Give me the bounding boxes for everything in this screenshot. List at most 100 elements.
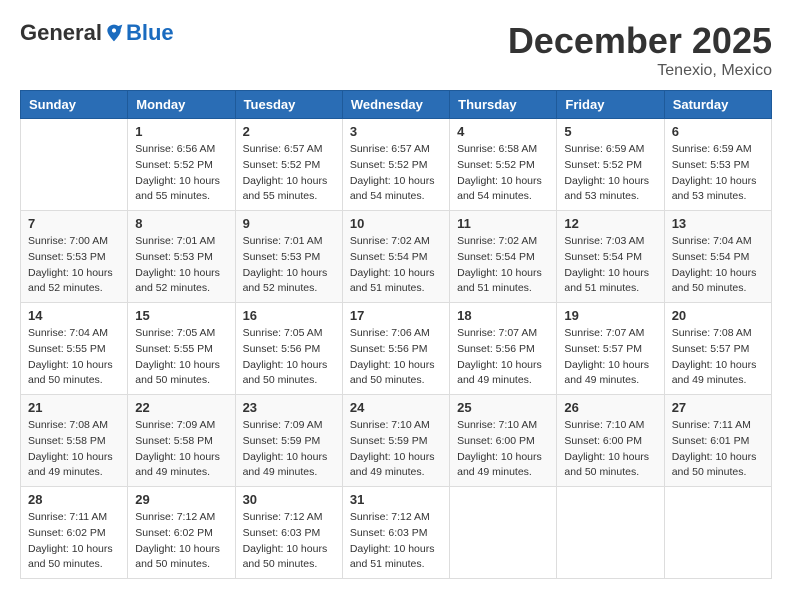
sunset-text: Sunset: 5:56 PM <box>350 343 428 355</box>
sunset-text: Sunset: 6:01 PM <box>672 435 750 447</box>
sunset-text: Sunset: 5:53 PM <box>28 251 106 263</box>
day-number: 4 <box>457 124 549 139</box>
sunset-text: Sunset: 5:52 PM <box>350 159 428 171</box>
daylight-text: Daylight: 10 hours and 54 minutes. <box>350 175 435 203</box>
daylight-text: Daylight: 10 hours and 49 minutes. <box>28 451 113 479</box>
day-number: 25 <box>457 400 549 415</box>
day-number: 1 <box>135 124 227 139</box>
day-number: 17 <box>350 308 442 323</box>
table-row: 22 Sunrise: 7:09 AM Sunset: 5:58 PM Dayl… <box>128 395 235 487</box>
day-number: 2 <box>243 124 335 139</box>
day-number: 13 <box>672 216 764 231</box>
day-number: 21 <box>28 400 120 415</box>
daylight-text: Daylight: 10 hours and 49 minutes. <box>350 451 435 479</box>
table-row: 3 Sunrise: 6:57 AM Sunset: 5:52 PM Dayli… <box>342 119 449 211</box>
daylight-text: Daylight: 10 hours and 49 minutes. <box>457 451 542 479</box>
table-row <box>557 487 664 579</box>
sunset-text: Sunset: 5:54 PM <box>564 251 642 263</box>
daylight-text: Daylight: 10 hours and 49 minutes. <box>672 359 757 387</box>
day-number: 29 <box>135 492 227 507</box>
sunset-text: Sunset: 5:56 PM <box>457 343 535 355</box>
table-row: 27 Sunrise: 7:11 AM Sunset: 6:01 PM Dayl… <box>664 395 771 487</box>
day-info: Sunrise: 7:07 AM Sunset: 5:57 PM Dayligh… <box>564 326 656 389</box>
table-row: 19 Sunrise: 7:07 AM Sunset: 5:57 PM Dayl… <box>557 303 664 395</box>
daylight-text: Daylight: 10 hours and 51 minutes. <box>350 267 435 295</box>
sunset-text: Sunset: 5:53 PM <box>243 251 321 263</box>
table-row: 18 Sunrise: 7:07 AM Sunset: 5:56 PM Dayl… <box>450 303 557 395</box>
day-number: 5 <box>564 124 656 139</box>
day-number: 18 <box>457 308 549 323</box>
table-row: 8 Sunrise: 7:01 AM Sunset: 5:53 PM Dayli… <box>128 211 235 303</box>
day-info: Sunrise: 6:59 AM Sunset: 5:52 PM Dayligh… <box>564 142 656 205</box>
day-info: Sunrise: 7:11 AM Sunset: 6:01 PM Dayligh… <box>672 418 764 481</box>
sunrise-text: Sunrise: 7:08 AM <box>672 327 752 339</box>
daylight-text: Daylight: 10 hours and 50 minutes. <box>243 359 328 387</box>
table-row <box>21 119 128 211</box>
table-row: 6 Sunrise: 6:59 AM Sunset: 5:53 PM Dayli… <box>664 119 771 211</box>
day-info: Sunrise: 7:04 AM Sunset: 5:55 PM Dayligh… <box>28 326 120 389</box>
daylight-text: Daylight: 10 hours and 55 minutes. <box>135 175 220 203</box>
day-number: 28 <box>28 492 120 507</box>
sunrise-text: Sunrise: 7:09 AM <box>243 419 323 431</box>
sunrise-text: Sunrise: 6:59 AM <box>672 143 752 155</box>
sunset-text: Sunset: 5:52 PM <box>243 159 321 171</box>
table-row: 14 Sunrise: 7:04 AM Sunset: 5:55 PM Dayl… <box>21 303 128 395</box>
sunrise-text: Sunrise: 6:57 AM <box>243 143 323 155</box>
sunset-text: Sunset: 5:56 PM <box>243 343 321 355</box>
day-info: Sunrise: 7:05 AM Sunset: 5:56 PM Dayligh… <box>243 326 335 389</box>
table-row: 13 Sunrise: 7:04 AM Sunset: 5:54 PM Dayl… <box>664 211 771 303</box>
table-row: 23 Sunrise: 7:09 AM Sunset: 5:59 PM Dayl… <box>235 395 342 487</box>
sunrise-text: Sunrise: 7:05 AM <box>135 327 215 339</box>
daylight-text: Daylight: 10 hours and 49 minutes. <box>564 359 649 387</box>
calendar-week-row: 28 Sunrise: 7:11 AM Sunset: 6:02 PM Dayl… <box>21 487 772 579</box>
table-row: 20 Sunrise: 7:08 AM Sunset: 5:57 PM Dayl… <box>664 303 771 395</box>
logo-icon <box>104 23 124 43</box>
sunset-text: Sunset: 6:00 PM <box>457 435 535 447</box>
table-row: 1 Sunrise: 6:56 AM Sunset: 5:52 PM Dayli… <box>128 119 235 211</box>
daylight-text: Daylight: 10 hours and 51 minutes. <box>457 267 542 295</box>
day-number: 20 <box>672 308 764 323</box>
weekday-header-row: Sunday Monday Tuesday Wednesday Thursday… <box>21 91 772 119</box>
day-info: Sunrise: 7:09 AM Sunset: 5:58 PM Dayligh… <box>135 418 227 481</box>
table-row: 15 Sunrise: 7:05 AM Sunset: 5:55 PM Dayl… <box>128 303 235 395</box>
sunrise-text: Sunrise: 7:04 AM <box>28 327 108 339</box>
table-row: 31 Sunrise: 7:12 AM Sunset: 6:03 PM Dayl… <box>342 487 449 579</box>
daylight-text: Daylight: 10 hours and 50 minutes. <box>135 359 220 387</box>
daylight-text: Daylight: 10 hours and 49 minutes. <box>243 451 328 479</box>
table-row: 12 Sunrise: 7:03 AM Sunset: 5:54 PM Dayl… <box>557 211 664 303</box>
day-number: 3 <box>350 124 442 139</box>
sunrise-text: Sunrise: 7:12 AM <box>243 511 323 523</box>
header-sunday: Sunday <box>21 91 128 119</box>
day-info: Sunrise: 7:02 AM Sunset: 5:54 PM Dayligh… <box>457 234 549 297</box>
sunrise-text: Sunrise: 7:03 AM <box>564 235 644 247</box>
sunrise-text: Sunrise: 7:00 AM <box>28 235 108 247</box>
calendar-week-row: 7 Sunrise: 7:00 AM Sunset: 5:53 PM Dayli… <box>21 211 772 303</box>
daylight-text: Daylight: 10 hours and 55 minutes. <box>243 175 328 203</box>
day-info: Sunrise: 7:00 AM Sunset: 5:53 PM Dayligh… <box>28 234 120 297</box>
day-info: Sunrise: 7:09 AM Sunset: 5:59 PM Dayligh… <box>243 418 335 481</box>
sunrise-text: Sunrise: 7:09 AM <box>135 419 215 431</box>
daylight-text: Daylight: 10 hours and 50 minutes. <box>28 359 113 387</box>
daylight-text: Daylight: 10 hours and 53 minutes. <box>564 175 649 203</box>
sunset-text: Sunset: 5:58 PM <box>28 435 106 447</box>
sunrise-text: Sunrise: 7:10 AM <box>564 419 644 431</box>
table-row <box>664 487 771 579</box>
day-number: 31 <box>350 492 442 507</box>
daylight-text: Daylight: 10 hours and 50 minutes. <box>672 267 757 295</box>
calendar-week-row: 1 Sunrise: 6:56 AM Sunset: 5:52 PM Dayli… <box>21 119 772 211</box>
daylight-text: Daylight: 10 hours and 50 minutes. <box>672 451 757 479</box>
logo-general-text: General <box>20 20 102 46</box>
day-info: Sunrise: 7:06 AM Sunset: 5:56 PM Dayligh… <box>350 326 442 389</box>
daylight-text: Daylight: 10 hours and 50 minutes. <box>350 359 435 387</box>
table-row: 7 Sunrise: 7:00 AM Sunset: 5:53 PM Dayli… <box>21 211 128 303</box>
daylight-text: Daylight: 10 hours and 54 minutes. <box>457 175 542 203</box>
sunset-text: Sunset: 5:57 PM <box>564 343 642 355</box>
sunset-text: Sunset: 6:02 PM <box>28 527 106 539</box>
daylight-text: Daylight: 10 hours and 50 minutes. <box>135 543 220 571</box>
sunrise-text: Sunrise: 6:56 AM <box>135 143 215 155</box>
sunrise-text: Sunrise: 7:10 AM <box>350 419 430 431</box>
calendar-table: Sunday Monday Tuesday Wednesday Thursday… <box>20 90 772 579</box>
day-number: 6 <box>672 124 764 139</box>
day-info: Sunrise: 6:57 AM Sunset: 5:52 PM Dayligh… <box>243 142 335 205</box>
sunrise-text: Sunrise: 7:07 AM <box>564 327 644 339</box>
